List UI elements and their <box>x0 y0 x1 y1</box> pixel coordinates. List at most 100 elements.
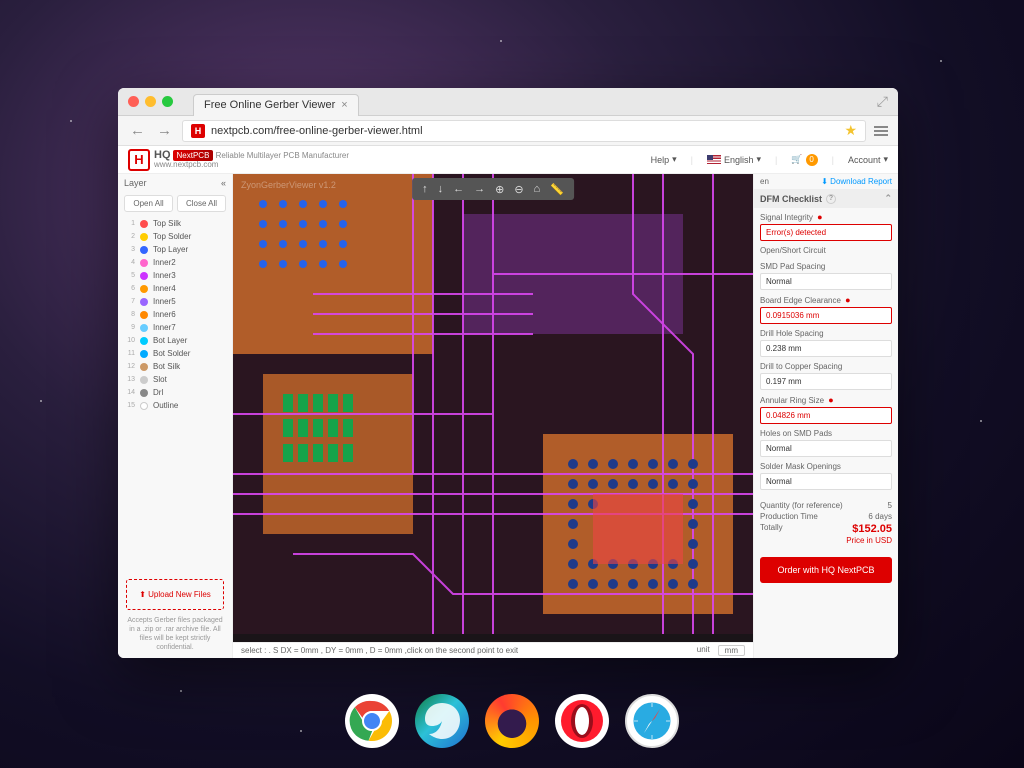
layer-item[interactable]: 13Slot <box>122 373 228 386</box>
layer-swatch-icon <box>140 337 148 345</box>
upload-note: Accepts Gerber files packaged in a .zip … <box>118 616 232 658</box>
layer-name: Top Solder <box>153 232 191 241</box>
collapse-icon[interactable]: « <box>221 178 226 188</box>
site-logo[interactable]: H HQNextPCB Reliable Multilayer PCB Manu… <box>128 149 349 171</box>
back-button[interactable]: ← <box>128 122 147 139</box>
dfm-value[interactable]: 0.0915036 mm <box>760 307 892 324</box>
layer-name: Outline <box>153 401 178 410</box>
layer-item[interactable]: 4Inner2 <box>122 256 228 269</box>
dfm-value[interactable]: Normal <box>760 273 892 290</box>
opera-icon[interactable] <box>555 694 609 748</box>
dfm-value[interactable]: Normal <box>760 440 892 457</box>
tool-left-icon[interactable]: ← <box>453 183 464 195</box>
layer-item[interactable]: 7Inner5 <box>122 295 228 308</box>
tool-up-icon[interactable]: ↑ <box>422 183 428 195</box>
minimize-icon[interactable] <box>145 96 156 107</box>
nav-language[interactable]: English ▾ <box>707 154 761 165</box>
chevron-up-icon: ⌃ <box>884 193 892 204</box>
layer-swatch-icon <box>140 233 148 241</box>
dfm-value[interactable]: 0.197 mm <box>760 373 892 390</box>
info-icon[interactable]: ? <box>826 194 836 204</box>
nav-account[interactable]: Account ▾ <box>848 154 888 165</box>
layer-item[interactable]: 9Inner7 <box>122 321 228 334</box>
open-all-button[interactable]: Open All <box>124 195 173 212</box>
site-header: H HQNextPCB Reliable Multilayer PCB Manu… <box>118 146 898 174</box>
dfm-header[interactable]: DFM Checklist ? ⌃ <box>754 189 898 208</box>
layer-swatch-icon <box>140 246 148 254</box>
dfm-field: Drill to Copper Spacing0.197 mm <box>760 362 892 390</box>
layer-swatch-icon <box>140 402 148 410</box>
layer-item[interactable]: 12Bot Silk <box>122 360 228 373</box>
site-favicon-icon: H <box>191 124 205 138</box>
layer-swatch-icon <box>140 259 148 267</box>
layer-item[interactable]: 2Top Solder <box>122 230 228 243</box>
upload-files-button[interactable]: ⬆ Upload New Files <box>126 579 224 610</box>
price-summary: Quantity (for reference)5 Production Tim… <box>754 494 898 551</box>
tab-close-icon[interactable]: × <box>341 99 347 111</box>
window-controls <box>128 96 173 107</box>
layer-swatch-icon <box>140 324 148 332</box>
forward-button[interactable]: → <box>155 122 174 139</box>
tool-home-icon[interactable]: ⌂ <box>534 183 541 195</box>
browser-window: Free Online Gerber Viewer × ⤢ ← → H next… <box>118 88 898 658</box>
dfm-field: Board Edge Clearance ●0.0915036 mm <box>760 295 892 324</box>
tool-measure-icon[interactable]: 📏 <box>550 183 564 196</box>
dfm-value[interactable]: Normal <box>760 473 892 490</box>
tool-zoom-out-icon[interactable]: ⊖ <box>514 183 523 196</box>
browser-tab[interactable]: Free Online Gerber Viewer × <box>193 94 359 116</box>
layer-name: Top Silk <box>153 219 181 228</box>
close-all-button[interactable]: Close All <box>177 195 226 212</box>
gerber-canvas[interactable]: ZyonGerberViewer v1.2 ↑ ↓ ← → ⊕ ⊖ ⌂ 📏 <box>233 174 753 642</box>
layer-item[interactable]: 3Top Layer <box>122 243 228 256</box>
layer-item[interactable]: 15Outline <box>122 399 228 412</box>
url-field[interactable]: H nextpcb.com/free-online-gerber-viewer.… <box>182 120 866 142</box>
dfm-field: Holes on SMD PadsNormal <box>760 429 892 457</box>
layer-swatch-icon <box>140 389 148 397</box>
layer-item[interactable]: 5Inner3 <box>122 269 228 282</box>
url-text: nextpcb.com/free-online-gerber-viewer.ht… <box>211 125 423 137</box>
zoom-icon[interactable] <box>162 96 173 107</box>
status-text: select : . S DX = 0mm , DY = 0mm , D = 0… <box>241 646 518 655</box>
chrome-icon[interactable] <box>345 694 399 748</box>
expand-icon[interactable]: ⤢ <box>877 93 888 110</box>
layer-name: Inner4 <box>153 284 176 293</box>
nav-help[interactable]: Help ▾ <box>651 154 677 165</box>
dfm-value[interactable]: Error(s) detected <box>760 224 892 241</box>
safari-icon[interactable] <box>625 694 679 748</box>
dfm-value[interactable]: 0.238 mm <box>760 340 892 357</box>
unit-select[interactable]: mm <box>718 645 745 656</box>
tool-down-icon[interactable]: ↓ <box>438 183 444 195</box>
layer-swatch-icon <box>140 350 148 358</box>
bookmark-star-icon[interactable]: ★ <box>844 122 857 139</box>
layer-item[interactable]: 1Top Silk <box>122 217 228 230</box>
dfm-lang[interactable]: en <box>760 177 769 186</box>
layer-item[interactable]: 10Bot Layer <box>122 334 228 347</box>
layer-item[interactable]: 8Inner6 <box>122 308 228 321</box>
layer-item[interactable]: 11Bot Solder <box>122 347 228 360</box>
warning-icon: ● <box>828 395 833 405</box>
tool-zoom-in-icon[interactable]: ⊕ <box>495 183 504 196</box>
dfm-value[interactable]: 0.04826 mm <box>760 407 892 424</box>
layer-swatch-icon <box>140 363 148 371</box>
close-icon[interactable] <box>128 96 139 107</box>
watermark: ZyonGerberViewer v1.2 <box>241 180 336 190</box>
layer-swatch-icon <box>140 285 148 293</box>
dfm-field: Drill Hole Spacing0.238 mm <box>760 329 892 357</box>
layer-swatch-icon <box>140 272 148 280</box>
order-button[interactable]: Order with HQ NextPCB <box>760 557 892 583</box>
layer-name: Inner5 <box>153 297 176 306</box>
layer-name: Inner3 <box>153 271 176 280</box>
layer-swatch-icon <box>140 298 148 306</box>
edge-icon[interactable] <box>415 694 469 748</box>
layer-item[interactable]: 6Inner4 <box>122 282 228 295</box>
flag-us-icon <box>707 155 721 165</box>
layer-item[interactable]: 14Drl <box>122 386 228 399</box>
layer-panel: Layer« Open All Close All 1Top Silk2Top … <box>118 174 233 658</box>
tool-right-icon[interactable]: → <box>474 183 485 195</box>
download-report-link[interactable]: ⬇ Download Report <box>821 177 892 186</box>
layer-name: Inner2 <box>153 258 176 267</box>
nav-cart[interactable]: 🛒 0 <box>791 154 817 166</box>
layer-name: Inner7 <box>153 323 176 332</box>
firefox-icon[interactable] <box>485 694 539 748</box>
menu-button[interactable] <box>874 126 888 136</box>
